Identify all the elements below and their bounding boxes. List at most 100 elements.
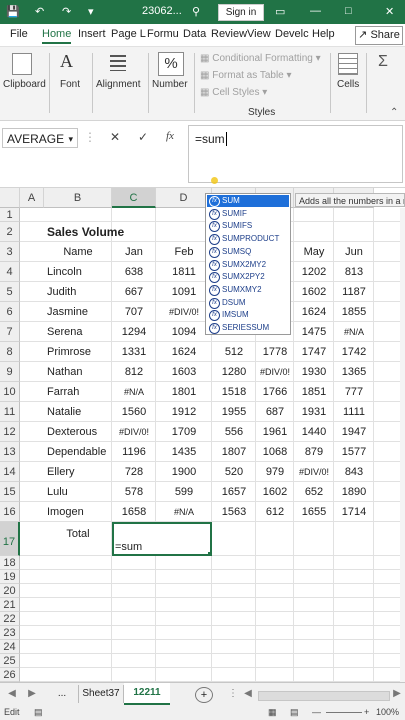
- column-header-a[interactable]: A: [20, 188, 44, 208]
- value-cell[interactable]: 1294: [115, 322, 153, 342]
- value-cell[interactable]: 1931: [297, 402, 331, 422]
- value-cell[interactable]: 638: [115, 262, 153, 282]
- format-as-table-button[interactable]: ▦ Format as Table ▾: [200, 70, 292, 81]
- row-header-21[interactable]: 21: [0, 598, 20, 612]
- value-cell[interactable]: 520: [215, 462, 253, 482]
- row-header-2[interactable]: 2: [0, 222, 20, 242]
- scroll-right-icon[interactable]: ▶: [392, 685, 402, 703]
- value-cell[interactable]: 1187: [337, 282, 371, 302]
- value-cell[interactable]: 1435: [159, 442, 209, 462]
- row-header-19[interactable]: 19: [0, 570, 20, 584]
- value-cell[interactable]: 1068: [259, 442, 291, 462]
- autocomplete-item-sumx2my2[interactable]: fx SUMX2MY2: [207, 259, 289, 271]
- row-header-15[interactable]: 15: [0, 482, 20, 502]
- value-cell[interactable]: 1091: [159, 282, 209, 302]
- name-cell[interactable]: Primrose: [47, 342, 109, 362]
- value-cell[interactable]: 667: [115, 282, 153, 302]
- column-label[interactable]: Jan: [115, 242, 153, 262]
- value-cell[interactable]: 1961: [259, 422, 291, 442]
- row-header-26[interactable]: 26: [0, 668, 20, 682]
- column-header-c[interactable]: C: [112, 188, 156, 208]
- value-cell[interactable]: 1742: [337, 342, 371, 362]
- value-cell[interactable]: 1930: [297, 362, 331, 382]
- sign-in-button[interactable]: Sign in: [218, 4, 264, 21]
- value-cell[interactable]: 1714: [337, 502, 371, 522]
- row-header-12[interactable]: 12: [0, 422, 20, 442]
- scroll-left-icon[interactable]: ◀: [243, 685, 253, 703]
- value-cell[interactable]: 1111: [337, 402, 371, 422]
- autocomplete-item-imsum[interactable]: fx IMSUM: [207, 309, 289, 322]
- value-cell[interactable]: 1801: [159, 382, 209, 402]
- maximize-icon[interactable]: □: [345, 5, 352, 17]
- value-cell[interactable]: 1766: [259, 382, 291, 402]
- value-cell[interactable]: 612: [259, 502, 291, 522]
- column-label[interactable]: Name: [47, 242, 109, 262]
- normal-view-icon[interactable]: ▦: [268, 707, 277, 718]
- autocomplete-item-sumif[interactable]: fx SUMIF: [207, 208, 289, 220]
- row-header-4[interactable]: 4: [0, 262, 20, 282]
- tab-review[interactable]: Review: [211, 28, 247, 40]
- row-header-17[interactable]: 17: [0, 522, 20, 556]
- scroll-right-icon[interactable]: ▶: [26, 685, 38, 703]
- column-label[interactable]: May: [297, 242, 331, 262]
- value-cell[interactable]: 728: [115, 462, 153, 482]
- value-cell[interactable]: #N/A: [337, 322, 371, 342]
- total-label[interactable]: Total: [47, 522, 109, 556]
- zoom-out-icon[interactable]: —: [312, 707, 321, 717]
- name-cell[interactable]: Serena: [47, 322, 109, 342]
- value-cell[interactable]: #DIV/0!: [159, 302, 209, 322]
- zoom-level[interactable]: 100%: [376, 707, 399, 717]
- function-autocomplete-list[interactable]: fx SUM fx SUMIF fx SUMIFS fx SUMPRODUCT fx SUMSQ f…: [205, 193, 291, 335]
- editing-icon[interactable]: Σ: [378, 53, 388, 71]
- value-cell[interactable]: 1577: [337, 442, 371, 462]
- clipboard-group[interactable]: Clipboard: [0, 47, 46, 120]
- row-header-16[interactable]: 16: [0, 502, 20, 522]
- tab-developer[interactable]: Develc: [275, 28, 309, 40]
- value-cell[interactable]: 1709: [159, 422, 209, 442]
- autocomplete-item-sumx2py2[interactable]: fx SUMX2PY2: [207, 271, 289, 284]
- minimize-icon[interactable]: —: [310, 5, 321, 17]
- value-cell[interactable]: 578: [115, 482, 153, 502]
- cells-group[interactable]: Cells: [332, 47, 364, 120]
- name-cell[interactable]: Farrah: [47, 382, 109, 402]
- row-header-8[interactable]: 8: [0, 342, 20, 362]
- name-cell[interactable]: Natalie: [47, 402, 109, 422]
- row-header-20[interactable]: 20: [0, 584, 20, 598]
- row-header-14[interactable]: 14: [0, 462, 20, 482]
- value-cell[interactable]: 1807: [215, 442, 253, 462]
- name-cell[interactable]: Jasmine: [47, 302, 109, 322]
- value-cell[interactable]: 777: [337, 382, 371, 402]
- zoom-slider[interactable]: [326, 712, 362, 713]
- value-cell[interactable]: 1603: [159, 362, 209, 382]
- tab-formulas[interactable]: Formu: [147, 28, 179, 40]
- value-cell[interactable]: 1747: [297, 342, 331, 362]
- autocomplete-item-sumifs[interactable]: fx SUMIFS: [207, 220, 289, 233]
- value-cell[interactable]: 879: [297, 442, 331, 462]
- value-cell[interactable]: #DIV/0!: [259, 362, 291, 382]
- formula-input[interactable]: =sum: [188, 125, 403, 183]
- value-cell[interactable]: 1900: [159, 462, 209, 482]
- name-cell[interactable]: Nathan: [47, 362, 109, 382]
- row-header-3[interactable]: 3: [0, 242, 20, 262]
- value-cell[interactable]: 1440: [297, 422, 331, 442]
- value-cell[interactable]: 1890: [337, 482, 371, 502]
- value-cell[interactable]: 1602: [259, 482, 291, 502]
- value-cell[interactable]: 1624: [297, 302, 331, 322]
- worksheet-grid[interactable]: ABCDEFGH12345678910111213141516171819202…: [0, 188, 405, 682]
- autocomplete-item-sumsq[interactable]: fx SUMSQ: [207, 246, 289, 258]
- value-cell[interactable]: 1280: [215, 362, 253, 382]
- tab-page-layout[interactable]: Page L: [111, 28, 146, 40]
- name-box[interactable]: AVERAGE ▾: [2, 128, 78, 148]
- sheet-title[interactable]: Sales Volume: [47, 222, 124, 242]
- value-cell[interactable]: 1655: [297, 502, 331, 522]
- value-cell[interactable]: 652: [297, 482, 331, 502]
- insert-function-icon[interactable]: fx: [166, 130, 174, 142]
- close-icon[interactable]: ✕: [385, 5, 394, 18]
- cell-styles-button[interactable]: ▦ Cell Styles ▾: [200, 87, 267, 98]
- row-header-11[interactable]: 11: [0, 402, 20, 422]
- name-cell[interactable]: Lulu: [47, 482, 109, 502]
- page-layout-icon[interactable]: ▤: [290, 707, 299, 718]
- row-header-23[interactable]: 23: [0, 626, 20, 640]
- value-cell[interactable]: 813: [337, 262, 371, 282]
- value-cell[interactable]: 599: [159, 482, 209, 502]
